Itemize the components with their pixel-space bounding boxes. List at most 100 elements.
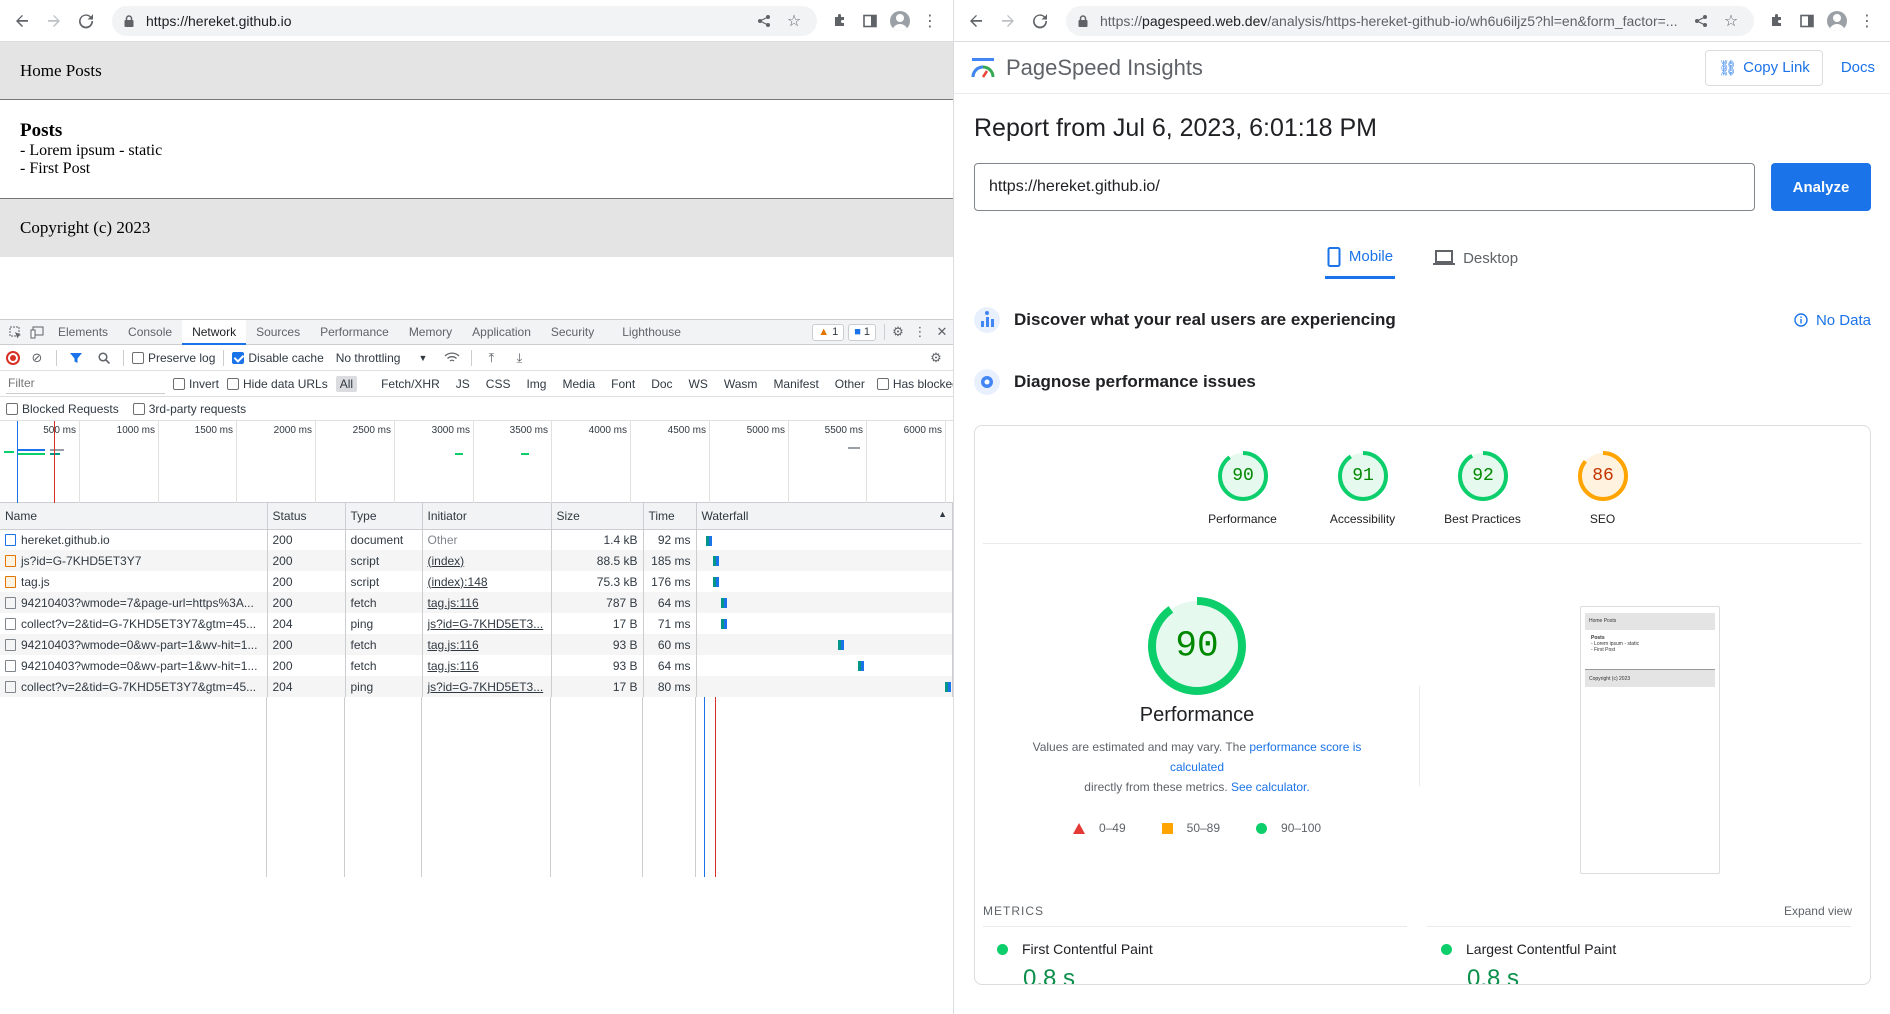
settings-gear-icon[interactable]: ⚙ [887,321,909,343]
table-row[interactable]: 94210403?wmode=0&wv-part=1&wv-hit=1... 20… [0,655,953,676]
export-har-icon[interactable]: ⤓ [508,347,530,369]
brand-title[interactable]: PageSpeed Insights [1006,55,1203,81]
disable-cache-checkbox[interactable]: Disable cache [232,351,324,365]
tab-security[interactable]: Security [541,320,604,345]
filter-type-font[interactable]: Font [607,376,639,392]
filter-type-ws[interactable]: WS [685,376,712,392]
hide-data-urls-checkbox[interactable]: Hide data URLs [227,377,328,391]
menu-kebab-icon[interactable]: ⋮ [915,6,945,36]
table-row[interactable]: tag.js 200 script (index):148 75.3 kB 176 ms [0,571,953,592]
address-bar[interactable]: https://hereket.github.io ☆ [112,5,817,36]
bookmark-star-icon[interactable]: ☆ [781,8,807,34]
table-row[interactable]: 94210403?wmode=0&wv-part=1&wv-hit=1... 20… [0,634,953,655]
tab-sources[interactable]: Sources [246,320,310,345]
inspect-element-icon[interactable] [4,321,26,343]
tab-application[interactable]: Application [462,320,541,345]
table-row[interactable]: 94210403?wmode=7&page-url=https%3A... 200… [0,592,953,613]
score-gauge-best-practices[interactable]: 92 Best Practices [1444,450,1521,543]
close-devtools-icon[interactable]: ✕ [931,321,953,343]
network-overview-timeline[interactable]: 500 ms 1000 ms 1500 ms 2000 ms 2500 ms 3000 m… [0,421,953,503]
request-name[interactable]: collect?v=2&tid=G-7KHD5ET3Y7&gtm=45... [0,613,268,634]
column-header-time[interactable]: Time [643,503,697,530]
column-header-initiator[interactable]: Initiator [422,503,552,530]
forward-button[interactable] [40,7,68,35]
no-data-indicator[interactable]: No Data [1794,312,1871,329]
menu-kebab-icon[interactable]: ⋮ [1852,6,1882,36]
tab-performance[interactable]: Performance [310,320,399,345]
filter-funnel-icon[interactable] [65,347,87,369]
filter-type-doc[interactable]: Doc [647,376,676,392]
profile-avatar[interactable] [885,6,915,36]
network-conditions-wifi-icon[interactable] [441,347,463,369]
see-calculator-link[interactable]: See calculator. [1231,780,1310,794]
back-button[interactable] [8,7,36,35]
request-initiator[interactable]: tag.js:116 [422,655,552,676]
clear-icon[interactable]: ⊘ [26,347,48,369]
final-screenshot-thumbnail[interactable]: Home Posts Posts - Lorem ipsum - static … [1580,606,1720,874]
score-gauge-seo[interactable]: 86 SEO [1568,450,1638,543]
tab-desktop[interactable]: Desktop [1431,237,1520,279]
tab-network[interactable]: Network [182,319,247,345]
back-button[interactable] [962,7,990,35]
score-gauge-accessibility[interactable]: 91 Accessibility [1328,450,1398,543]
score-gauge-performance[interactable]: 90 Performance [1208,450,1278,543]
post-item[interactable]: - First Post [20,160,933,178]
expand-view-toggle[interactable]: Expand view [1784,904,1852,918]
column-header-name[interactable]: Name [0,503,268,530]
table-row[interactable]: collect?v=2&tid=G-7KHD5ET3Y7&gtm=45... 20… [0,613,953,634]
table-row[interactable]: hereket.github.io 200 document Other 1.4 kB 9… [0,529,953,550]
messages-badge[interactable]: ■ 1 [848,323,876,341]
third-party-checkbox[interactable]: 3rd-party requests [132,402,246,416]
reload-button[interactable] [1026,7,1054,35]
profile-avatar[interactable] [1822,6,1852,36]
reload-button[interactable] [72,7,100,35]
filter-type-js[interactable]: JS [452,376,474,392]
search-icon[interactable] [93,347,115,369]
table-row[interactable]: js?id=G-7KHD5ET3Y7 200 script (index) 88.5 k… [0,550,953,571]
blocked-requests-checkbox[interactable]: Blocked Requests [6,402,119,416]
request-name[interactable]: 94210403?wmode=0&wv-part=1&wv-hit=1... [0,655,268,676]
request-name[interactable]: tag.js [0,571,268,592]
request-name[interactable]: 94210403?wmode=0&wv-part=1&wv-hit=1... [0,634,268,655]
filter-type-all[interactable]: All [335,375,358,392]
has-blocked-cookies-checkbox[interactable]: Has blocked cookies [876,377,953,391]
filter-type-manifest[interactable]: Manifest [769,376,822,392]
column-header-waterfall[interactable]: Waterfall ▲ [696,503,953,530]
docs-link[interactable]: Docs [1841,59,1875,76]
filter-type-wasm[interactable]: Wasm [720,376,762,392]
filter-type-fetch-xhr[interactable]: Fetch/XHR [377,376,444,392]
bookmark-star-icon[interactable]: ☆ [1718,8,1744,34]
request-name[interactable]: 94210403?wmode=7&page-url=https%3A... [0,592,268,613]
side-panel-icon[interactable] [1792,6,1822,36]
copy-link-button[interactable]: ⛓ Copy Link [1705,49,1823,86]
network-settings-gear-icon[interactable]: ⚙ [925,347,947,369]
request-initiator[interactable]: (index) [422,550,552,571]
tab-mobile[interactable]: Mobile [1324,237,1396,279]
invert-checkbox[interactable]: Invert [173,377,219,391]
tab-memory[interactable]: Memory [399,320,462,345]
filter-type-other[interactable]: Other [831,376,869,392]
column-header-type[interactable]: Type [345,503,423,530]
request-initiator[interactable]: tag.js:116 [422,592,552,613]
share-icon[interactable] [1688,8,1714,34]
throttling-select[interactable]: No throttling ▼ [336,351,428,365]
side-panel-icon[interactable] [855,6,885,36]
request-initiator[interactable]: (index):148 [422,571,552,592]
analyze-button[interactable]: Analyze [1771,163,1871,211]
table-row[interactable]: collect?v=2&tid=G-7KHD5ET3Y7&gtm=45... 20… [0,676,953,697]
devtools-menu-icon[interactable]: ⋮ [909,321,931,343]
request-initiator[interactable]: js?id=G-7KHD5ET3... [422,676,552,697]
record-icon[interactable] [6,350,20,365]
tab-console[interactable]: Console [118,320,182,345]
request-name[interactable]: js?id=G-7KHD5ET3Y7 [0,550,268,571]
share-icon[interactable] [751,8,777,34]
filter-type-media[interactable]: Media [558,376,599,392]
column-header-status[interactable]: Status [267,503,346,530]
warnings-badge[interactable]: ▲ 1 [812,323,845,341]
tab-elements[interactable]: Elements [48,320,118,345]
url-input[interactable]: https://hereket.github.io/ [974,163,1755,211]
extensions-puzzle-icon[interactable] [1762,6,1792,36]
tab-lighthouse[interactable]: Lighthouse [604,320,691,345]
device-toolbar-icon[interactable] [26,321,48,343]
filter-input[interactable] [6,373,165,394]
